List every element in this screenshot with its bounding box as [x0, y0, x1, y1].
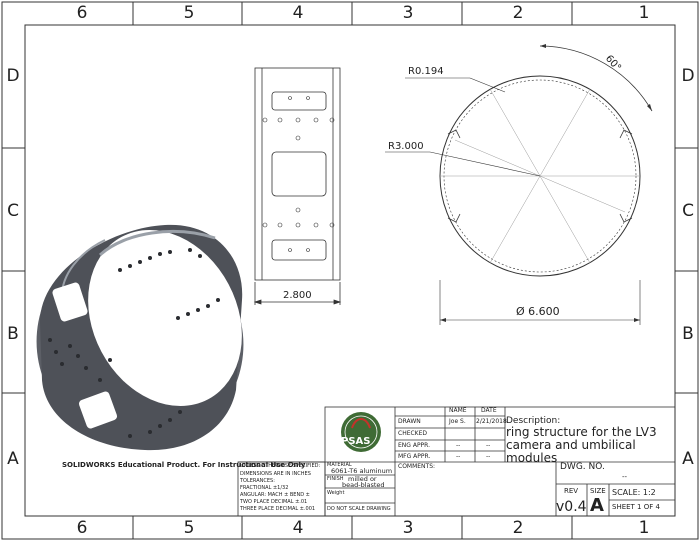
dwg-no-label: DWG. NO.	[560, 462, 605, 472]
diameter-dimension: Ø 6.600	[516, 305, 560, 318]
zone-row-b-left: B	[7, 324, 19, 344]
do-not-scale: DO NOT SCALE DRAWING	[327, 506, 391, 512]
rev-label: REV	[564, 487, 579, 495]
drawn-date: 2/21/2018	[476, 418, 507, 425]
rev-value: v0.4	[556, 499, 587, 515]
checked-label: CHECKED	[398, 430, 428, 437]
eng-appr-label: ENG APPR.	[398, 442, 431, 449]
dims-note: DIMENSIONS ARE IN INCHES	[240, 471, 311, 477]
angular-tolerance: ANGULAR: MACH ± BEND ±	[240, 492, 310, 498]
zone-row-a-left: A	[7, 449, 19, 469]
comments-label: COMMENTS:	[398, 463, 436, 470]
zone-row-d-left: D	[6, 66, 20, 86]
mfg-appr-date-dash: --	[486, 453, 491, 460]
description-block: Description: ring structure for the LV3 …	[506, 417, 686, 465]
ring-radius-dimension: R3.000	[388, 141, 424, 152]
zone-row-d-right: D	[681, 66, 695, 86]
dwg-no-value: --	[622, 473, 628, 481]
zone-col-6-bottom: 6	[76, 518, 88, 538]
zone-row-c-right: C	[682, 201, 694, 221]
two-place-tolerance: TWO PLACE DECIMAL ±.01	[240, 499, 308, 505]
header-name: NAME	[449, 407, 467, 414]
fillet-radius-dimension: R0.194	[408, 66, 444, 77]
finish-value-2: bead-blasted	[342, 481, 385, 489]
zone-col-2-top: 2	[512, 3, 524, 23]
mfg-appr-name-dash: --	[456, 453, 461, 460]
isometric-ring-view	[36, 224, 244, 451]
eng-appr-date-dash: --	[486, 442, 491, 449]
zone-col-3-top: 3	[402, 3, 414, 23]
zone-col-5-top: 5	[183, 3, 195, 23]
solidworks-watermark: SOLIDWORKS Educational Product. For Inst…	[62, 461, 306, 469]
zone-row-c-left: C	[7, 201, 19, 221]
zone-col-4-top: 4	[292, 3, 304, 23]
sheet-text: SHEET 1 OF 4	[612, 503, 660, 511]
width-dimension: 2.800	[283, 290, 312, 301]
weight-label: Weight	[327, 490, 345, 496]
zone-col-5-bottom: 5	[183, 518, 195, 538]
scale-text: SCALE: 1:2	[612, 488, 656, 497]
zone-col-2-bottom: 2	[512, 518, 524, 538]
header-date: DATE	[481, 407, 497, 414]
top-view	[385, 44, 653, 325]
drawn-name: Joe S.	[449, 418, 466, 425]
tolerances-label: TOLERANCES:	[240, 478, 275, 484]
mfg-appr-label: MFG APPR.	[398, 453, 431, 460]
psas-logo-text: PSAS	[341, 436, 371, 447]
zone-col-4-bottom: 4	[292, 518, 304, 538]
zone-col-1-top: 1	[638, 3, 650, 23]
three-place-tolerance: THREE PLACE DECIMAL ±.001	[240, 506, 316, 512]
zone-col-6-top: 6	[76, 3, 88, 23]
side-view	[253, 67, 342, 305]
fractional-tolerance: FRACTIONAL ±1/32	[240, 485, 289, 491]
zone-col-1-bottom: 1	[638, 518, 650, 538]
eng-appr-name-dash: --	[456, 442, 461, 449]
size-value: A	[590, 495, 604, 516]
description-text: ring structure for the LV3 camera and um…	[506, 425, 657, 465]
zone-row-b-right: B	[682, 324, 694, 344]
drawn-label: DRAWN	[398, 418, 421, 425]
zone-col-3-bottom: 3	[402, 518, 414, 538]
